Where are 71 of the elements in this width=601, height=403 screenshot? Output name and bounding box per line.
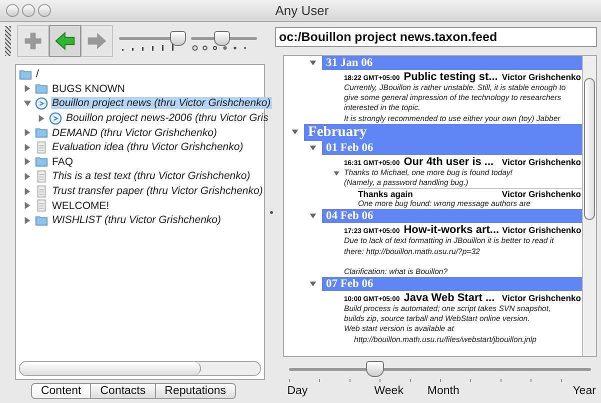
- tree-item[interactable]: This is a test text (thru Victor Grishchenko): [51, 170, 252, 182]
- reply-title[interactable]: Thanks again: [358, 189, 499, 200]
- splitter-handle[interactable]: [270, 211, 273, 214]
- entry-author: Victor Grishchenko: [502, 156, 582, 167]
- tab[interactable]: Reputations: [154, 383, 236, 399]
- horizontal-scrollbar[interactable]: [19, 361, 261, 376]
- disclosure-triangle-icon[interactable]: [37, 114, 46, 123]
- disclosure-triangle-icon[interactable]: [309, 280, 317, 288]
- disclosure-triangle-icon[interactable]: [23, 216, 32, 225]
- timeline-label: Year: [572, 385, 596, 398]
- entry-title[interactable]: Our 4th user is ...: [404, 156, 499, 168]
- tab[interactable]: Contacts: [90, 383, 156, 399]
- slider-thumb[interactable]: [170, 31, 186, 46]
- timeline-label: Month: [427, 385, 460, 398]
- minimize-button[interactable]: [22, 4, 35, 17]
- address-field[interactable]: oc:/Bouillon project news.taxon.feed: [275, 27, 597, 47]
- disclosure-triangle-icon[interactable]: [23, 128, 32, 138]
- tab[interactable]: Content: [30, 383, 92, 399]
- disclosure-triangle-icon[interactable]: [23, 186, 32, 196]
- back-button[interactable]: [49, 25, 81, 57]
- timeline-label: Day: [287, 385, 308, 398]
- tree-item[interactable]: Bouillon project news-2006 (thru Victor Gris: [65, 112, 270, 124]
- tree-item[interactable]: FAQ: [51, 156, 74, 168]
- document-icon: [35, 140, 48, 154]
- disclosure-triangle-icon[interactable]: [309, 144, 317, 152]
- tree-item[interactable]: DEMAND (thru Victor Grishchenko): [51, 126, 218, 139]
- feed-icon: [35, 96, 48, 110]
- entry-author: Victor Grishchenko: [502, 293, 582, 304]
- tree-item[interactable]: Trust transfer paper (thru Victor Grishchenko): [51, 185, 264, 198]
- vertical-scrollbar[interactable]: [582, 56, 596, 356]
- tree-item[interactable]: Evaluation idea (thru Victor Grishchenko): [51, 141, 244, 154]
- timeline-label: Week: [374, 385, 404, 398]
- window-title: Any User: [274, 3, 330, 18]
- disclosure-triangle-icon[interactable]: [23, 98, 32, 108]
- tree-item[interactable]: WELCOME!: [51, 200, 110, 212]
- document-icon: [35, 170, 48, 183]
- close-button[interactable]: [6, 4, 19, 17]
- entry-title[interactable]: How-it-works art...: [404, 224, 500, 236]
- document-icon: [35, 184, 48, 198]
- disclosure-triangle-icon[interactable]: [23, 84, 32, 94]
- disclosure-triangle-icon[interactable]: [291, 128, 299, 136]
- tree-item[interactable]: BUGS KNOWN: [51, 82, 126, 95]
- feed-icon: [49, 112, 62, 125]
- slider-thumb[interactable]: [214, 31, 230, 46]
- disclosure-triangle-icon[interactable]: [23, 172, 32, 181]
- folder-icon: [35, 82, 48, 96]
- arrow-right-icon: [86, 30, 108, 52]
- tree-item[interactable]: Bouillon project news (thru Victor Grishchenko): [51, 97, 272, 110]
- folder-icon: [35, 155, 48, 168]
- disclosure-triangle-icon[interactable]: [309, 212, 317, 220]
- tree-item[interactable]: WISHLIST (thru Victor Grishchenko): [51, 214, 222, 226]
- disclosure-triangle-icon[interactable]: [23, 142, 32, 152]
- entry-title[interactable]: Public testing st...: [404, 71, 499, 83]
- zoom-button[interactable]: [38, 4, 51, 17]
- folder-icon: [35, 126, 48, 140]
- disclosure-triangle-icon[interactable]: [23, 157, 32, 166]
- disclosure-triangle-icon[interactable]: [23, 201, 32, 210]
- document-icon: [35, 199, 48, 212]
- entry-author: Victor Grishchenko: [502, 225, 582, 236]
- folder-icon: [35, 214, 48, 227]
- reply-author: Victor Grishchenko: [502, 189, 582, 200]
- disclosure-triangle-icon[interactable]: [309, 59, 317, 67]
- tree-root[interactable]: /: [35, 68, 40, 80]
- folder-icon: [19, 68, 32, 81]
- entry-title[interactable]: Java Web Start ...: [404, 292, 499, 304]
- resize-grip[interactable]: [5, 26, 11, 56]
- plus-icon: [22, 30, 44, 52]
- arrow-left-icon: [54, 30, 76, 52]
- timeline-thumb[interactable]: [366, 361, 384, 378]
- disclosure-triangle-icon[interactable]: [333, 170, 340, 177]
- entry-author: Victor Grishchenko: [502, 72, 582, 82]
